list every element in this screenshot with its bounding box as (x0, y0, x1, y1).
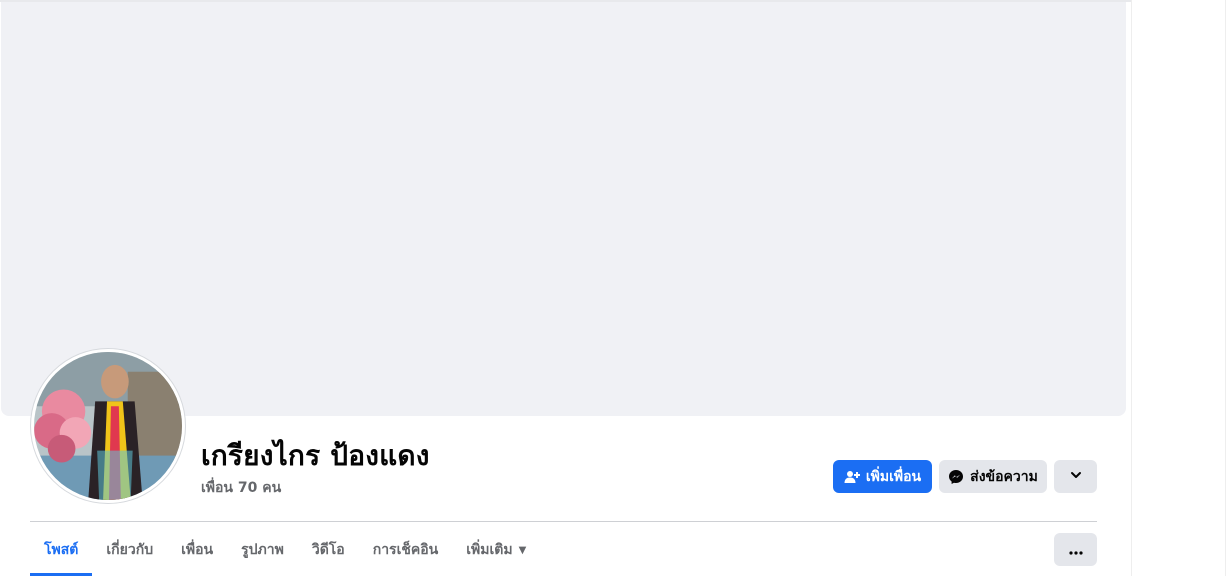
tab-about[interactable]: เกี่ยวกับ (92, 530, 167, 570)
add-friend-button[interactable]: เพิ่มเพื่อน (833, 460, 932, 493)
tab-posts-label: โพสต์ (44, 542, 79, 558)
tab-posts[interactable]: โพสต์ (30, 530, 93, 576)
caret-down-icon: ▼ (518, 544, 527, 556)
profile-divider (30, 521, 1097, 522)
tab-videos-label: วิดีโอ (311, 542, 345, 558)
message-button[interactable]: ส่งข้อความ (939, 460, 1047, 493)
add-friend-label: เพิ่มเพื่อน (865, 468, 922, 485)
tab-more-label: เพิ่มเติม (466, 542, 513, 558)
message-label: ส่งข้อความ (970, 468, 1038, 485)
profile-tabs: โพสต์ เกี่ยวกับ เพื่อน รูปภาพ วิดีโอ การ… (30, 530, 540, 576)
tab-photos-label: รูปภาพ (241, 542, 284, 558)
right-panel (1131, 0, 1226, 576)
more-dots-icon (1068, 540, 1084, 559)
chevron-down-icon (1070, 469, 1082, 485)
friends-count[interactable]: เพื่อน 70 คน (201, 477, 281, 499)
cover-photo[interactable] (1, 2, 1126, 416)
profile-name: เกรียงไกร ป้องแดง (201, 439, 430, 472)
tab-videos[interactable]: วิดีโอ (298, 530, 359, 570)
tab-checkins-label: การเช็คอิน (372, 542, 439, 558)
tab-friends-label: เพื่อน (181, 542, 214, 558)
messenger-icon (948, 469, 964, 485)
tab-photos[interactable]: รูปภาพ (227, 530, 298, 570)
person-add-icon (844, 469, 860, 485)
tab-about-label: เกี่ยวกับ (106, 542, 154, 558)
tab-friends[interactable]: เพื่อน (167, 530, 227, 570)
avatar-image (34, 352, 182, 500)
tabs-more-button[interactable] (1054, 533, 1097, 566)
profile-avatar[interactable] (31, 349, 185, 503)
tab-checkins[interactable]: การเช็คอิน (359, 530, 453, 570)
tab-more[interactable]: เพิ่มเติม ▼ (452, 530, 540, 570)
more-options-button[interactable] (1054, 460, 1097, 493)
